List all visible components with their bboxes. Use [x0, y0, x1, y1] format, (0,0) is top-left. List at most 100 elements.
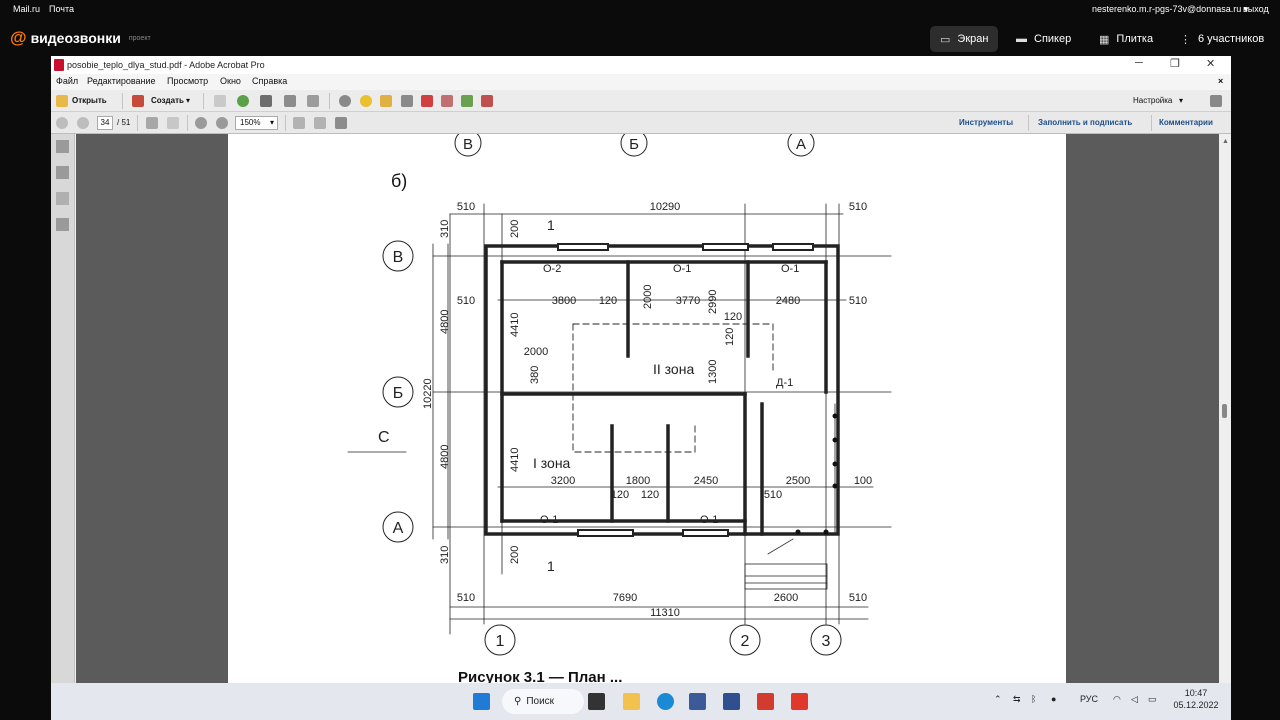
select-tool-icon[interactable]: [146, 117, 158, 129]
print-icon[interactable]: [260, 95, 272, 107]
store-icon[interactable]: [723, 693, 740, 710]
axis-number-label: 1: [496, 633, 505, 650]
page-number-input[interactable]: 34: [97, 116, 113, 130]
save-icon[interactable]: [214, 95, 226, 107]
dim-text: 4410: [509, 448, 521, 472]
menu-edit[interactable]: Редактирование: [87, 76, 156, 86]
comment-icon[interactable]: [360, 95, 372, 107]
fit-page-icon[interactable]: [293, 117, 305, 129]
dim-text: 510: [849, 295, 867, 307]
read-mode-icon[interactable]: [335, 117, 347, 129]
zoom-out-icon[interactable]: [195, 117, 207, 129]
toolbar-separator: [203, 93, 204, 109]
zoom-in-icon[interactable]: [216, 117, 228, 129]
fill-sign-tab[interactable]: Заполнить и подписать: [1038, 118, 1132, 127]
close-icon[interactable]: ✕: [1206, 57, 1215, 70]
door-mark: Д-1: [776, 377, 793, 389]
taskbar-search[interactable]: ⚲ Поиск: [502, 689, 584, 714]
fit-width-icon[interactable]: [314, 117, 326, 129]
folder-open-icon: [56, 95, 68, 107]
window-mark: О-1: [540, 514, 558, 526]
main-toolbar: Открыть Создать ▾ Настройка ▾: [51, 90, 1231, 112]
battery-icon[interactable]: ▭: [1148, 694, 1157, 705]
header-axis-label: Б: [629, 136, 639, 153]
minimize-icon[interactable]: ─: [1135, 57, 1143, 69]
participants-button[interactable]: ⋮ 6 участников: [1170, 26, 1274, 52]
open-button[interactable]: Открыть: [72, 96, 107, 105]
review-icon[interactable]: [481, 95, 493, 107]
menu-view[interactable]: Просмотр: [167, 76, 208, 86]
mailru-link[interactable]: Mail.ru: [13, 4, 40, 14]
signatures-icon[interactable]: [56, 218, 69, 231]
window-mark: О-2: [543, 263, 561, 275]
file-explorer-icon[interactable]: [623, 693, 640, 710]
bookmarks-icon[interactable]: [56, 166, 69, 179]
dim-text: 510: [849, 592, 867, 604]
acrobat-window: posobie_teplo_dlya_stud.pdf - Adobe Acro…: [51, 56, 1231, 683]
create-button[interactable]: Создать: [151, 96, 184, 105]
pdf-page[interactable]: В Б А б) В Б А 1 2 3 510 10290 510 510 7…: [228, 134, 1066, 683]
page-up-icon[interactable]: [56, 117, 68, 129]
outer-walls: [484, 244, 840, 536]
customize-dropdown-icon[interactable]: ▾: [1179, 96, 1183, 105]
vertical-scrollbar[interactable]: ▲: [1219, 134, 1231, 683]
language-indicator[interactable]: РУС: [1080, 694, 1098, 704]
navigation-toolbar: 34 / 51 150% ▾ Инструменты Заполнить и по…: [51, 112, 1231, 134]
task-view-icon[interactable]: [588, 693, 605, 710]
exit-link[interactable]: выход: [1243, 4, 1269, 14]
start-icon[interactable]: [473, 693, 490, 710]
axis-letter-label: А: [393, 520, 404, 537]
user-account-link[interactable]: nesterenko.m.r-pgs-73v@donnasa.ru ▾: [1092, 4, 1248, 15]
scroll-up-icon[interactable]: ▲: [1222, 138, 1229, 145]
tile-button[interactable]: ▦ Плитка: [1089, 26, 1163, 52]
volume-icon[interactable]: ◁: [1131, 694, 1138, 705]
navigation-panel: [51, 134, 75, 683]
combine-icon[interactable]: [461, 95, 473, 107]
cloud-upload-icon[interactable]: [237, 95, 249, 107]
tray-expand-icon[interactable]: ⌃: [994, 694, 1002, 705]
stamp-icon[interactable]: [380, 95, 392, 107]
hand-tool-icon[interactable]: [167, 117, 179, 129]
attachments-icon[interactable]: [56, 192, 69, 205]
header-axis-label: А: [796, 136, 806, 153]
expand-icon[interactable]: [1210, 95, 1222, 107]
export-icon[interactable]: [441, 95, 453, 107]
acrobat-app-icon[interactable]: [791, 693, 808, 710]
clock-time: 10:47: [1184, 688, 1208, 698]
dim-text: 510: [849, 201, 867, 213]
post-link[interactable]: Почта: [49, 4, 74, 14]
speaker-button[interactable]: ▬ Спикер: [1006, 26, 1081, 52]
doc-close-icon[interactable]: ×: [1218, 76, 1223, 86]
zoom-input[interactable]: 150% ▾: [235, 116, 278, 130]
zoom-dropdown-icon[interactable]: ▾: [270, 117, 277, 129]
network-tray-icon[interactable]: ⇆: [1013, 694, 1021, 705]
menu-file[interactable]: Файл: [56, 76, 78, 86]
secure-icon[interactable]: [421, 95, 433, 107]
menu-window[interactable]: Окно: [220, 76, 241, 86]
wifi-icon[interactable]: ◠: [1113, 694, 1121, 705]
video-call-bar: @ видеозвонки проект ▭ Экран ▬ Спикер ▦ …: [0, 22, 1280, 54]
settings-icon[interactable]: [339, 95, 351, 107]
clock[interactable]: 10:47 05.12.2022: [1173, 688, 1219, 710]
mail-app-icon[interactable]: [689, 693, 706, 710]
screen-button[interactable]: ▭ Экран: [930, 26, 999, 52]
edit-icon[interactable]: [284, 95, 296, 107]
comments-tab[interactable]: Комментарии: [1159, 118, 1213, 127]
bluetooth-tray-icon[interactable]: ᛒ: [1031, 694, 1036, 704]
customize-button[interactable]: Настройка: [1133, 96, 1172, 105]
sign-icon[interactable]: [401, 95, 413, 107]
acrobat-pdf-icon[interactable]: [757, 693, 774, 710]
search-label: Поиск: [526, 696, 555, 707]
page-down-icon[interactable]: [77, 117, 89, 129]
dim-text: 2000: [642, 285, 654, 309]
menu-help[interactable]: Справка: [252, 76, 287, 86]
create-dropdown-icon[interactable]: ▾: [186, 96, 190, 105]
edge-icon[interactable]: [657, 693, 674, 710]
tools-tab[interactable]: Инструменты: [959, 118, 1013, 127]
brand-name: видеозвонки: [30, 30, 121, 46]
scroll-thumb[interactable]: [1222, 404, 1227, 418]
maximize-icon[interactable]: ❐: [1170, 57, 1180, 70]
pages-thumbnail-icon[interactable]: [56, 140, 69, 153]
email-icon[interactable]: [307, 95, 319, 107]
mic-tray-icon[interactable]: ●: [1051, 694, 1056, 704]
